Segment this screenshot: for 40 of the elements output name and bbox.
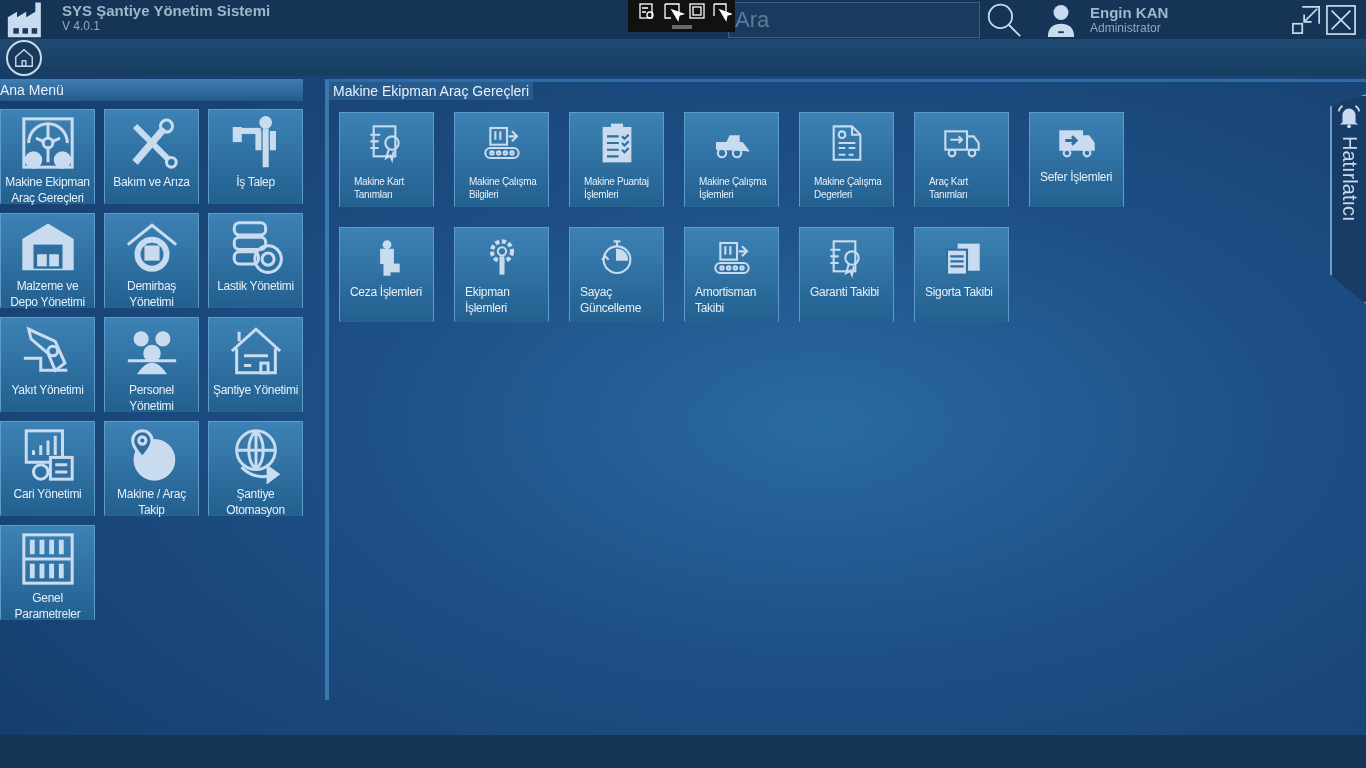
- menu-tile[interactable]: Bakım ve Arıza: [104, 109, 199, 204]
- menu-tile[interactable]: Lastik Yönetimi: [208, 213, 303, 308]
- module-tile[interactable]: Ceza İşlemleri: [339, 227, 434, 322]
- user-name: Engin KAN: [1090, 4, 1169, 21]
- menu-tile[interactable]: Malzeme ve Depo Yönetimi: [0, 213, 95, 308]
- panel-title: Makine Ekipman Araç Gereçleri: [333, 83, 530, 99]
- menu-tile[interactable]: Personel Yönetimi: [104, 317, 199, 412]
- home-icon: [13, 47, 35, 69]
- module-tile[interactable]: Makine Çalışma Bilgileri: [454, 112, 549, 207]
- menu-tile[interactable]: Genel Parametreler: [0, 525, 95, 620]
- menu-tile[interactable]: Makine / Araç Takip: [104, 421, 199, 516]
- module-tile[interactable]: Sigorta Takibi: [914, 227, 1009, 322]
- search-field[interactable]: Ara: [728, 1, 980, 38]
- close-button[interactable]: [1326, 4, 1356, 35]
- user-role: Administrator: [1090, 21, 1162, 35]
- panel-title: Ana Menü: [0, 82, 64, 98]
- menu-tile[interactable]: Şantiye Yönetimi: [208, 317, 303, 412]
- bell-icon: [1335, 102, 1363, 130]
- module-tile[interactable]: Makine Puantaj İşlemleri: [569, 112, 664, 207]
- module-tile[interactable]: Makine Kart Tanımları: [339, 112, 434, 207]
- search-button[interactable]: [986, 1, 1022, 38]
- module-tile[interactable]: Amortisman Takibi: [684, 227, 779, 322]
- menu-tile[interactable]: Cari Yönetimi: [0, 421, 95, 516]
- app-title: SYS Şantiye Yönetim Sistemi: [62, 2, 271, 19]
- menu-tile[interactable]: Yakıt Yönetimi: [0, 317, 95, 412]
- reminder-tab[interactable]: Hatırlatıcı: [1330, 94, 1366, 304]
- version-label: V 4.0.1: [62, 19, 102, 33]
- restore-button[interactable]: [1291, 4, 1321, 35]
- module-tile[interactable]: Sayaç Güncelleme: [569, 227, 664, 322]
- module-tile[interactable]: Makine Çalışma İşlemleri: [684, 112, 779, 207]
- module-tile[interactable]: Sefer İşlemleri: [1029, 112, 1124, 207]
- menu-tile[interactable]: Makine Ekipman Araç Gereçleri: [0, 109, 95, 204]
- module-tile[interactable]: Garanti Takibi: [799, 227, 894, 322]
- home-button[interactable]: [6, 40, 42, 76]
- menu-tile[interactable]: İş Talep: [208, 109, 303, 204]
- module-tile[interactable]: Ekipman İşlemleri: [454, 227, 549, 322]
- menu-tile[interactable]: Demirbaş Yönetimi: [104, 213, 199, 308]
- menu-tile[interactable]: Şantiye Otomasyon: [208, 421, 303, 516]
- module-tile[interactable]: Makine Çalışma Degerleri: [799, 112, 894, 207]
- module-tile[interactable]: Araç Kart Tanımları: [914, 112, 1009, 207]
